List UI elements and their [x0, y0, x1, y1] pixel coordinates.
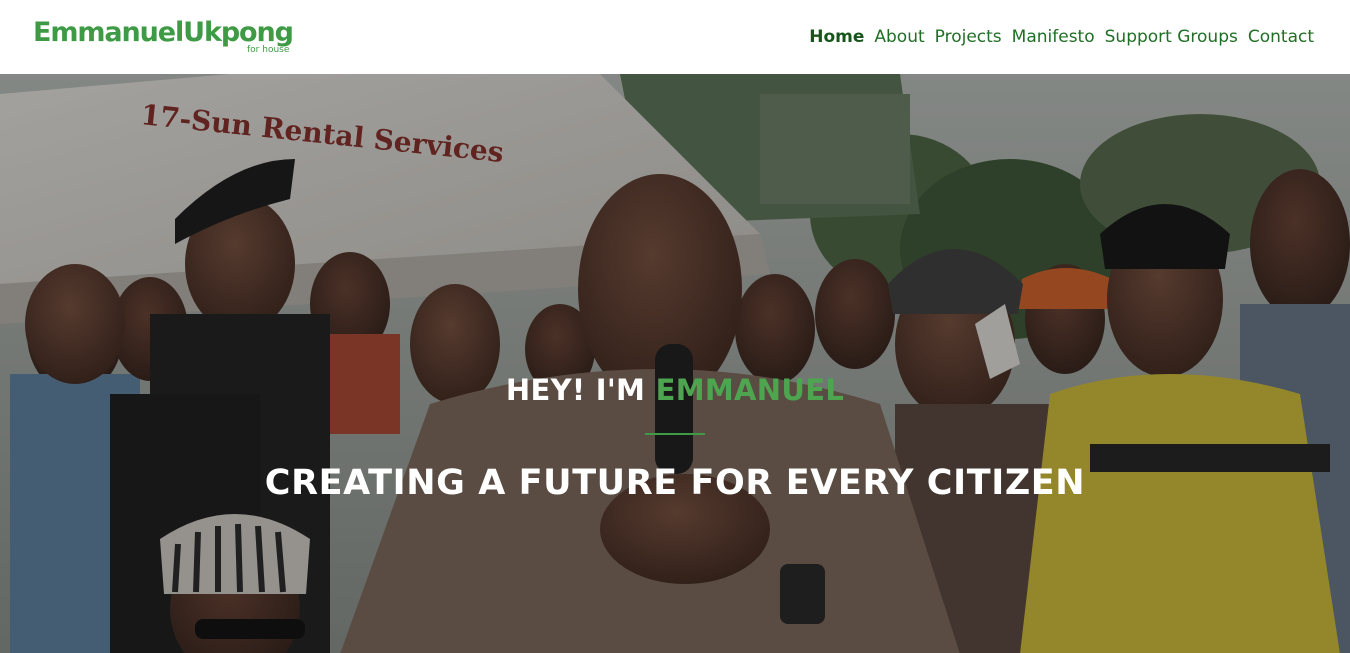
site-header: EmmanuelUkpong for house Home About Proj… — [0, 0, 1350, 74]
brand-logo[interactable]: EmmanuelUkpong for house — [33, 16, 294, 56]
nav-projects[interactable]: Projects — [935, 27, 1002, 47]
nav-contact[interactable]: Contact — [1248, 27, 1314, 47]
hero-greeting: HEY! I'M EMMANUEL — [506, 372, 844, 408]
nav-support-groups[interactable]: Support Groups — [1105, 27, 1238, 47]
nav-home[interactable]: Home — [809, 27, 864, 47]
nav-about[interactable]: About — [874, 27, 924, 47]
nav-manifesto[interactable]: Manifesto — [1012, 27, 1095, 47]
hero-dark-overlay — [0, 74, 1350, 653]
brand-name: EmmanuelUkpong — [33, 16, 294, 48]
hero-greeting-prefix: HEY! I'M — [505, 373, 656, 407]
hero-section: 17-Sun Rental Services HEY! I'M EMMANUEL… — [0, 74, 1350, 653]
main-nav: Home About Projects Manifesto Support Gr… — [809, 27, 1314, 47]
hero-greeting-name: EMMANUEL — [655, 373, 845, 407]
hero-content: HEY! I'M EMMANUEL CREATING A FUTURE FOR … — [0, 372, 1350, 504]
brand-tagline: for house — [247, 44, 290, 55]
hero-divider — [645, 433, 705, 435]
hero-headline: CREATING A FUTURE FOR EVERY CITIZEN — [264, 463, 1086, 503]
